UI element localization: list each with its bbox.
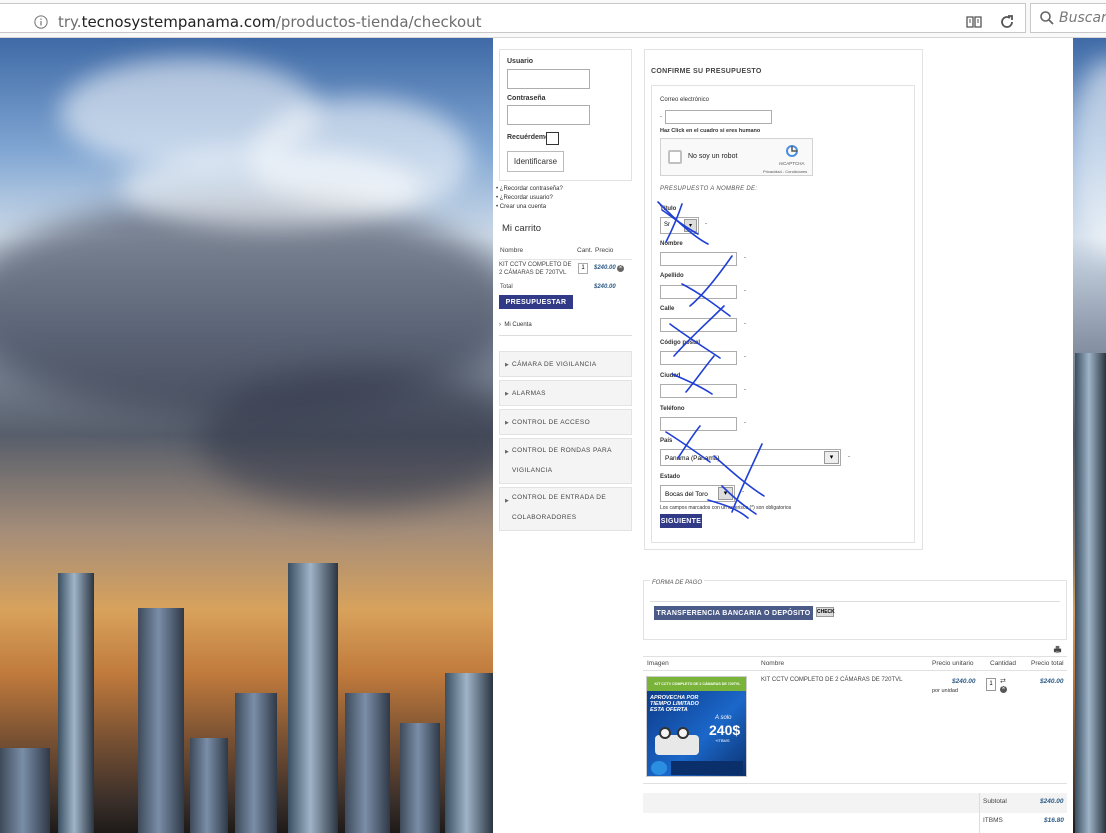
url-text[interactable]: try.tecnosystempanama.com/productos-tien… xyxy=(58,13,482,31)
phone-input[interactable] xyxy=(660,417,737,431)
title-label: Título xyxy=(660,206,677,212)
remember-checkbox[interactable] xyxy=(546,132,559,145)
unit-note: por unidad xyxy=(932,688,958,694)
product-image[interactable]: KIT CCTV COMPLETO DE 2 CÁMARAS DE 720TVL… xyxy=(646,676,747,777)
phone-label: Teléfono xyxy=(660,406,685,412)
lastname-input[interactable] xyxy=(660,285,737,299)
recaptcha-logo-icon xyxy=(786,145,798,157)
cart-col-name: Nombre xyxy=(500,247,524,254)
username-input[interactable] xyxy=(507,69,590,89)
category-camaras[interactable]: ▶ CÁMARA DE VIGILANCIA xyxy=(499,351,632,377)
reader-view-icon[interactable] xyxy=(965,13,983,31)
check-button[interactable]: CHECK xyxy=(816,607,835,617)
category-control-rondas[interactable]: ▶ CONTROL DE RONDAS PARA VIGILANCIA xyxy=(499,438,632,484)
search-box[interactable]: Buscar xyxy=(1030,3,1106,33)
city-input[interactable] xyxy=(660,384,737,398)
recaptcha-label: No soy un robot xyxy=(688,153,738,160)
remove-item-icon[interactable]: × xyxy=(617,265,624,272)
remember-label: Recuérdeme xyxy=(507,134,550,141)
browser-toolbar: try.tecnosystempanama.com/productos-tien… xyxy=(0,0,1106,38)
cart-col-qty: Cant. xyxy=(577,247,593,254)
presupuesto-section-title: PRESUPUESTO A NOMBRE DE: xyxy=(660,186,758,192)
cart-col-price: Precio xyxy=(595,247,614,254)
col-name: Nombre xyxy=(761,660,785,667)
cart-item-price: $240.00 xyxy=(594,265,616,271)
create-account-link[interactable]: • Crear una cuenta xyxy=(496,204,546,210)
country-label: País xyxy=(660,438,673,444)
delete-item-icon[interactable]: × xyxy=(1000,686,1007,693)
chevron-down-icon: ▾ xyxy=(824,451,839,464)
city-label: Ciudad xyxy=(660,373,681,379)
order-row-total: $240.00 xyxy=(1040,678,1064,685)
email-label: Correo electrónico xyxy=(660,97,710,103)
email-input[interactable] xyxy=(665,110,772,124)
bank-transfer-button[interactable]: TRANSFERENCIA BANCARIA O DEPÓSITO xyxy=(654,606,813,620)
info-icon[interactable] xyxy=(34,15,48,29)
name-input[interactable] xyxy=(660,252,737,266)
confirm-form: Correo electrónico - Haz Click en el cua… xyxy=(651,85,915,543)
col-unit-price: Precio unitario xyxy=(932,660,974,667)
itbms-value: $16.80 xyxy=(1044,817,1064,824)
chevron-down-icon: ▾ xyxy=(718,487,733,500)
state-select[interactable]: Bocas del Toro ▾ xyxy=(660,485,735,502)
itbms-label: ITBMS xyxy=(983,817,1003,824)
zip-input[interactable] xyxy=(660,351,737,365)
password-label: Contraseña xyxy=(507,95,546,102)
chevron-down-icon: ▾ xyxy=(684,219,697,232)
username-label: Usuario xyxy=(507,58,534,65)
title-select[interactable]: Sr ▾ xyxy=(660,217,699,234)
search-icon xyxy=(1040,11,1054,25)
update-qty-icon[interactable]: ⇄ xyxy=(1000,677,1006,685)
captcha-hint: Haz Click en el cuadro si eres humano xyxy=(660,128,761,134)
confirm-title: CONFIRME SU PRESUPUESTO xyxy=(651,68,762,75)
col-image: Imagen xyxy=(647,660,669,667)
cart-title: Mi carrito xyxy=(502,223,542,234)
category-control-acceso[interactable]: ▶ CONTROL DE ACCESO xyxy=(499,409,632,435)
recaptcha-widget: No soy un robot reCAPTCHA Privacidad - C… xyxy=(660,138,813,176)
order-qty-input[interactable]: 1 xyxy=(986,678,996,691)
name-label: Nombre xyxy=(660,241,683,247)
login-button[interactable]: Identificarse xyxy=(507,151,564,172)
page-content: Usuario Contraseña Recuérdeme Identifica… xyxy=(493,38,1073,833)
cart-total-label: Total xyxy=(500,284,513,290)
state-label: Estado xyxy=(660,474,681,480)
country-select[interactable]: Panama (Panamá) ▾ xyxy=(660,449,841,466)
lastname-label: Apellido xyxy=(660,273,684,279)
category-control-entrada[interactable]: ▶ CONTROL DE ENTRADA DE COLABORADORES xyxy=(499,487,632,531)
unit-price: $240.00 xyxy=(952,678,976,685)
order-item-name: KIT CCTV COMPLETO DE 2 CÁMARAS DE 720TVL xyxy=(761,677,903,683)
payment-section: FORMA DE PAGO TRANSFERENCIA BANCARIA O D… xyxy=(643,580,1067,640)
subtotal-label: Subtotal xyxy=(983,798,1007,805)
payment-title: FORMA DE PAGO xyxy=(650,580,705,586)
reload-icon[interactable] xyxy=(998,13,1016,31)
col-quantity: Cantidad xyxy=(990,660,1017,667)
next-button[interactable]: SIGUIENTE xyxy=(660,514,702,528)
subtotal-value: $240.00 xyxy=(1040,798,1064,805)
confirm-section: CONFIRME SU PRESUPUESTO Correo electróni… xyxy=(644,49,923,550)
street-label: Calle xyxy=(660,306,675,312)
forgot-username-link[interactable]: • ¿Recordar usuario? xyxy=(496,195,553,201)
search-placeholder: Buscar xyxy=(1059,10,1106,26)
col-total-price: Precio total xyxy=(1031,660,1064,667)
forgot-password-link[interactable]: • ¿Recordar contraseña? xyxy=(496,186,563,192)
required-note: Los campos marcados con un asterisco (*)… xyxy=(660,505,792,511)
login-box: Usuario Contraseña Recuérdeme Identifica… xyxy=(499,49,632,181)
recaptcha-checkbox[interactable] xyxy=(668,150,682,164)
address-bar[interactable]: try.tecnosystempanama.com/productos-tien… xyxy=(0,3,1026,33)
zip-label: Código postal xyxy=(660,340,700,346)
presupuestar-button[interactable]: PRESUPUESTAR xyxy=(499,295,573,309)
cart-qty-input[interactable]: 1 xyxy=(578,263,588,274)
cart-total-value: $240.00 xyxy=(594,284,616,290)
category-alarmas[interactable]: ▶ ALARMAS xyxy=(499,380,632,406)
password-input[interactable] xyxy=(507,105,590,125)
street-input[interactable] xyxy=(660,318,737,332)
my-account-link[interactable]: › Mi Cuenta xyxy=(499,322,532,328)
cart-item-name: KIT CCTV COMPLETO DE 2 CÁMARAS DE 720TVL xyxy=(499,262,572,276)
print-icon[interactable] xyxy=(1053,645,1062,654)
